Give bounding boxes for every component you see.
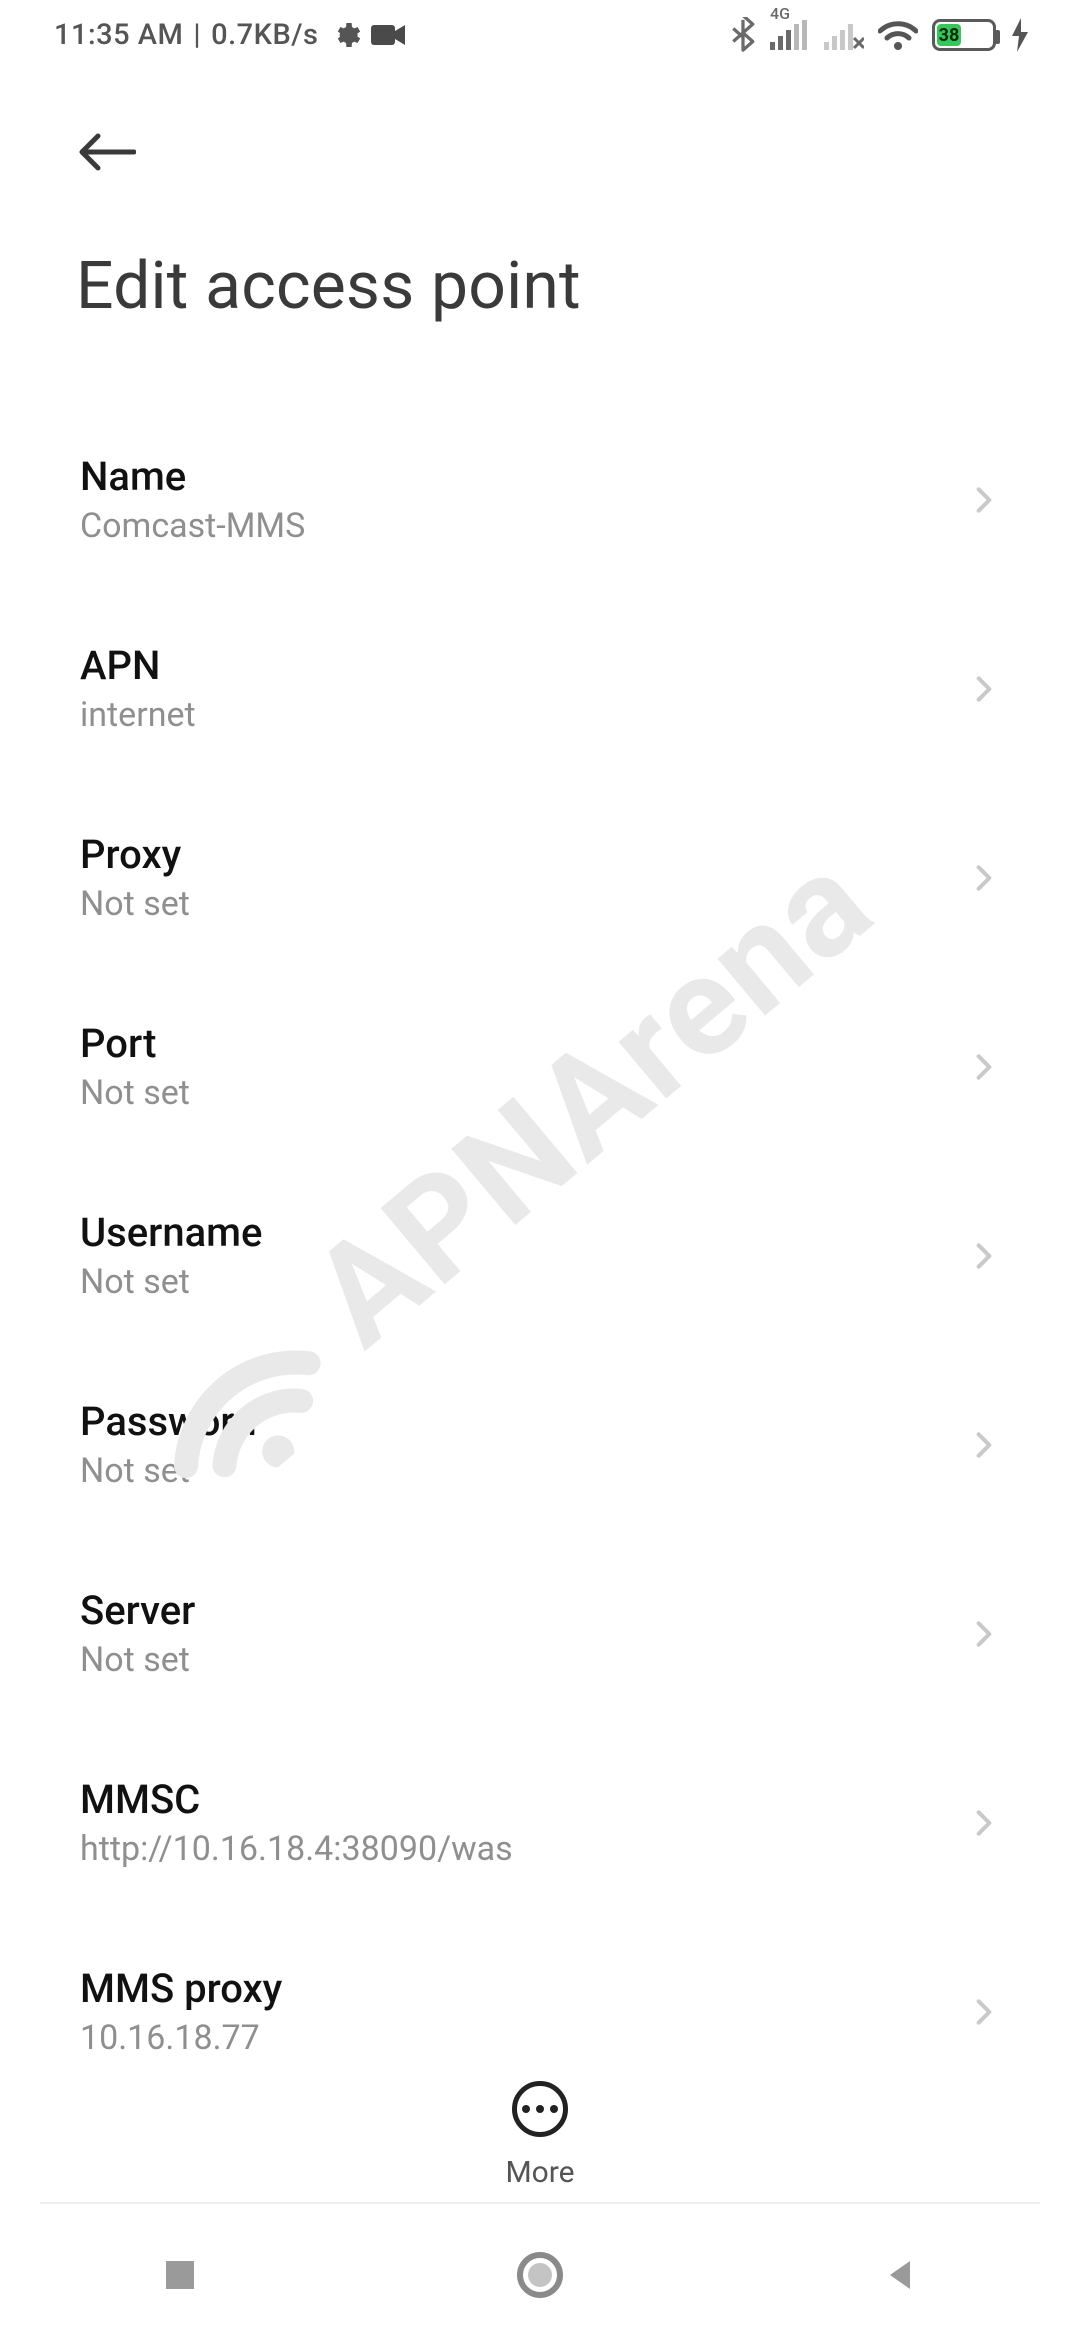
row-proxy[interactable]: Proxy Not set — [80, 783, 1000, 972]
battery-icon: 38 — [932, 19, 996, 51]
dot-icon — [536, 2105, 544, 2113]
back-button[interactable] — [76, 120, 140, 184]
charging-icon — [1010, 18, 1030, 52]
chevron-right-icon — [968, 1807, 1000, 1839]
chevron-right-icon — [968, 1429, 1000, 1461]
row-value: 10.16.18.77 — [80, 2018, 282, 2058]
row-name[interactable]: Name Comcast-MMS — [80, 405, 1000, 594]
square-icon — [160, 2255, 200, 2295]
row-label: Port — [80, 1020, 190, 1067]
row-port[interactable]: Port Not set — [80, 972, 1000, 1161]
chevron-right-icon — [968, 1996, 1000, 2028]
row-value: Comcast-MMS — [80, 506, 305, 546]
row-value: Not set — [80, 1262, 262, 1302]
chevron-right-icon — [968, 1240, 1000, 1272]
header: Edit access point — [0, 70, 1080, 365]
triangle-left-icon — [880, 2255, 920, 2295]
chevron-right-icon — [968, 862, 1000, 894]
network-type-label: 4G — [770, 4, 790, 23]
row-value: Not set — [80, 1451, 257, 1491]
signal-4g-icon: 4G — [770, 20, 810, 50]
chevron-right-icon — [968, 1051, 1000, 1083]
status-left: 11:35 AM | 0.7KB/s — [54, 18, 407, 52]
bluetooth-icon — [730, 17, 756, 53]
nav-recents-button[interactable] — [150, 2245, 210, 2305]
status-data-rate: 0.7KB/s — [211, 18, 318, 52]
gear-icon — [329, 19, 361, 51]
row-label: Proxy — [80, 831, 190, 878]
circle-icon — [516, 2251, 564, 2299]
nav-home-button[interactable] — [510, 2245, 570, 2305]
row-label: Password — [80, 1398, 257, 1445]
signal-no-sim-icon — [824, 20, 864, 50]
status-bar: 11:35 AM | 0.7KB/s 4G 38 — [0, 0, 1080, 70]
chevron-right-icon — [968, 673, 1000, 705]
dot-icon — [550, 2105, 558, 2113]
status-sep: | — [193, 18, 201, 52]
system-nav-bar — [0, 2210, 1080, 2340]
row-label: MMSC — [80, 1776, 513, 1823]
chevron-right-icon — [968, 484, 1000, 516]
page-title: Edit access point — [76, 248, 1004, 325]
row-username[interactable]: Username Not set — [80, 1161, 1000, 1350]
status-right: 4G 38 — [730, 17, 1030, 53]
arrow-left-icon — [76, 130, 136, 174]
bottom-action-bar: More — [0, 2081, 1080, 2190]
dot-icon — [522, 2105, 530, 2113]
row-label: APN — [80, 642, 196, 689]
row-mmsc[interactable]: MMSC http://10.16.18.4:38090/was — [80, 1728, 1000, 1917]
row-label: Server — [80, 1587, 195, 1634]
row-label: Username — [80, 1209, 262, 1256]
row-label: Name — [80, 453, 305, 500]
more-button[interactable] — [512, 2081, 568, 2137]
row-value: internet — [80, 695, 196, 735]
status-time: 11:35 AM — [54, 18, 183, 52]
nav-back-button[interactable] — [870, 2245, 930, 2305]
row-value: Not set — [80, 1640, 195, 1680]
row-value: http://10.16.18.4:38090/was — [80, 1829, 513, 1869]
row-mms-proxy[interactable]: MMS proxy 10.16.18.77 — [80, 1917, 1000, 2078]
row-value: Not set — [80, 884, 190, 924]
divider — [40, 2202, 1040, 2204]
camera-icon — [371, 21, 407, 49]
more-label: More — [505, 2155, 574, 2190]
row-password[interactable]: Password Not set — [80, 1350, 1000, 1539]
battery-percentage: 38 — [937, 24, 961, 46]
chevron-right-icon — [968, 1618, 1000, 1650]
row-label: MMS proxy — [80, 1965, 282, 2012]
row-value: Not set — [80, 1073, 190, 1113]
row-server[interactable]: Server Not set — [80, 1539, 1000, 1728]
row-apn[interactable]: APN internet — [80, 594, 1000, 783]
wifi-status-icon — [878, 19, 918, 51]
settings-list: Name Comcast-MMS APN internet Proxy Not … — [0, 365, 1080, 2078]
